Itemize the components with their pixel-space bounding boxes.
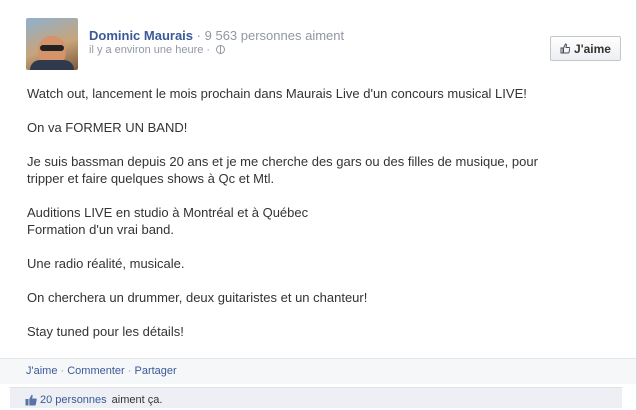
like-link[interactable]: J'aime	[26, 365, 57, 377]
avatar-shirt	[30, 60, 74, 70]
post-paragraph: Auditions LIVE en studio à Montréal et à…	[27, 205, 309, 220]
post-action-bar: J'aime · Commenter · Partager	[0, 358, 636, 384]
post-paragraph: Formation d'un vrai band.	[27, 222, 175, 237]
post-message: Watch out, lancement le mois prochain da…	[27, 85, 617, 357]
post-timestamp-row: il y a environ une heure ·	[89, 44, 226, 56]
post-paragraph: tripper et faire quelques shows à Qc et …	[27, 171, 275, 186]
action-separator: ·	[57, 365, 68, 377]
post-paragraph: On cherchera un drummer, deux guitariste…	[27, 290, 368, 305]
header-separator: ·	[196, 28, 201, 43]
comment-link[interactable]: Commenter	[67, 365, 124, 377]
post-paragraph: Je suis bassman depuis 20 ans et je me c…	[27, 154, 538, 169]
post-paragraph: Watch out, lancement le mois prochain da…	[27, 86, 527, 101]
avatar-sunglasses	[40, 45, 64, 51]
post-timestamp[interactable]: il y a environ une heure ·	[89, 44, 210, 56]
thumbs-up-icon	[25, 394, 37, 406]
thumbs-up-icon	[560, 43, 571, 54]
post-paragraph: Une radio réalité, musicale.	[27, 256, 185, 271]
author-avatar[interactable]	[26, 18, 78, 70]
likes-summary: 20 personnes aiment ça.	[10, 387, 622, 408]
facebook-post-card: Dominic Maurais · 9 563 personnes aiment…	[0, 0, 637, 410]
likes-text: aiment ça.	[111, 393, 163, 406]
like-page-label: J'aime	[574, 41, 611, 56]
like-page-button[interactable]: J'aime	[550, 36, 621, 61]
post-header: Dominic Maurais · 9 563 personnes aiment	[89, 28, 344, 43]
author-name-link[interactable]: Dominic Maurais	[89, 28, 193, 43]
likers-link[interactable]: 20 personnes	[40, 394, 107, 406]
post-paragraph: Stay tuned pour les détails!	[27, 324, 184, 339]
share-link[interactable]: Partager	[134, 365, 176, 377]
public-globe-icon	[216, 45, 226, 54]
post-paragraph: On va FORMER UN BAND!	[27, 120, 188, 135]
page-likes-count: 9 563 personnes aiment	[204, 28, 345, 43]
